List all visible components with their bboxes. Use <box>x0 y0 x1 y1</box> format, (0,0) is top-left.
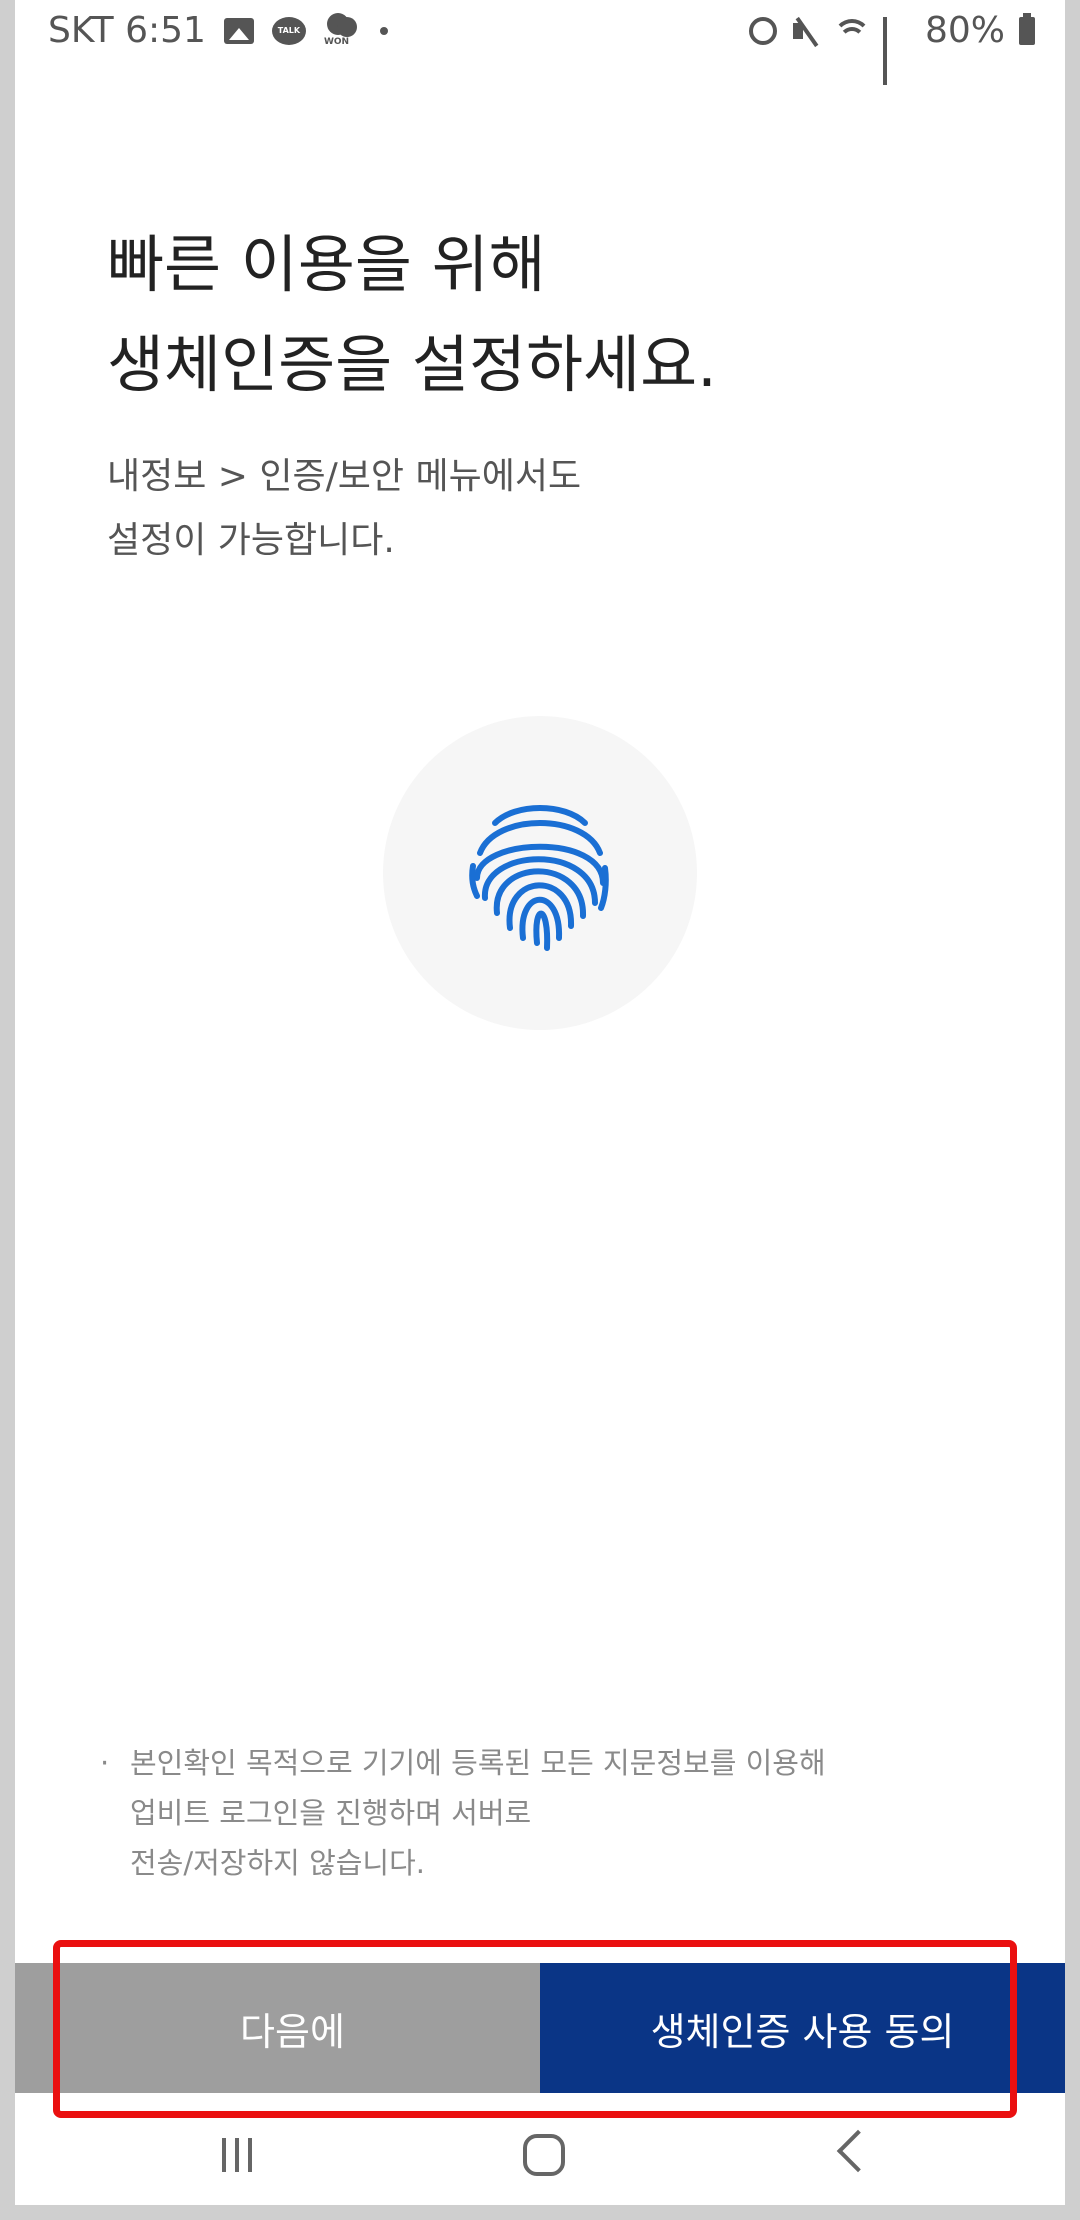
app-screen: SKT 6:51 TALK WON 80% 빠른 이용을 위해 생체인증을 설정… <box>15 0 1065 2205</box>
title-line-2: 생체인증을 설정하세요. <box>107 328 717 401</box>
back-button[interactable] <box>836 2129 880 2173</box>
wifi-icon <box>834 17 869 45</box>
signal-icon <box>882 16 911 85</box>
notice-bullet: · <box>100 1746 110 1780</box>
status-bar: SKT 6:51 TALK WON 80% <box>15 0 1065 85</box>
notice-line-2: 업비트 로그인을 진행하며 서버로 <box>130 1796 532 1830</box>
battery-level: 80% <box>924 10 1005 51</box>
carrier-time: SKT 6:51 <box>48 10 206 51</box>
battery-icon <box>1019 12 1035 45</box>
page-subtitle: 내정보 > 인증/보안 메뉴에서도 설정이 가능합니다. <box>107 445 1007 573</box>
image-notification-icon <box>223 17 254 44</box>
subtitle-line-1: 내정보 > 인증/보안 메뉴에서도 <box>107 456 582 497</box>
page-title: 빠른 이용을 위해 생체인증을 설정하세요. <box>107 215 1007 415</box>
more-notifications-icon <box>379 26 388 35</box>
notice-line-3: 전송/저장하지 않습니다. <box>130 1846 426 1880</box>
later-button[interactable]: 다음에 <box>15 1963 540 2093</box>
mute-icon <box>791 17 821 45</box>
fingerprint-badge <box>383 716 697 1030</box>
status-bar-right: 80% <box>735 10 1035 85</box>
action-button-bar: 다음에 생체인증 사용 동의 <box>15 1963 1065 2093</box>
won-notification-icon: WON <box>323 12 358 49</box>
won-label: WON <box>323 36 350 47</box>
fingerprint-icon <box>469 805 609 951</box>
agree-biometric-button[interactable]: 생체인증 사용 동의 <box>540 1963 1065 2093</box>
home-button[interactable] <box>523 2134 565 2176</box>
subtitle-line-2: 설정이 가능합니다. <box>107 520 395 561</box>
status-bar-left: SKT 6:51 TALK WON <box>48 10 388 51</box>
talk-notification-icon: TALK <box>271 16 306 45</box>
recent-apps-button[interactable] <box>222 2138 252 2172</box>
navigation-bar <box>15 2110 1065 2205</box>
notice-line-1: 본인확인 목적으로 기기에 등록된 모든 지문정보를 이용해 <box>130 1746 826 1780</box>
title-line-1: 빠른 이용을 위해 <box>107 228 546 301</box>
alarm-icon <box>748 16 777 45</box>
